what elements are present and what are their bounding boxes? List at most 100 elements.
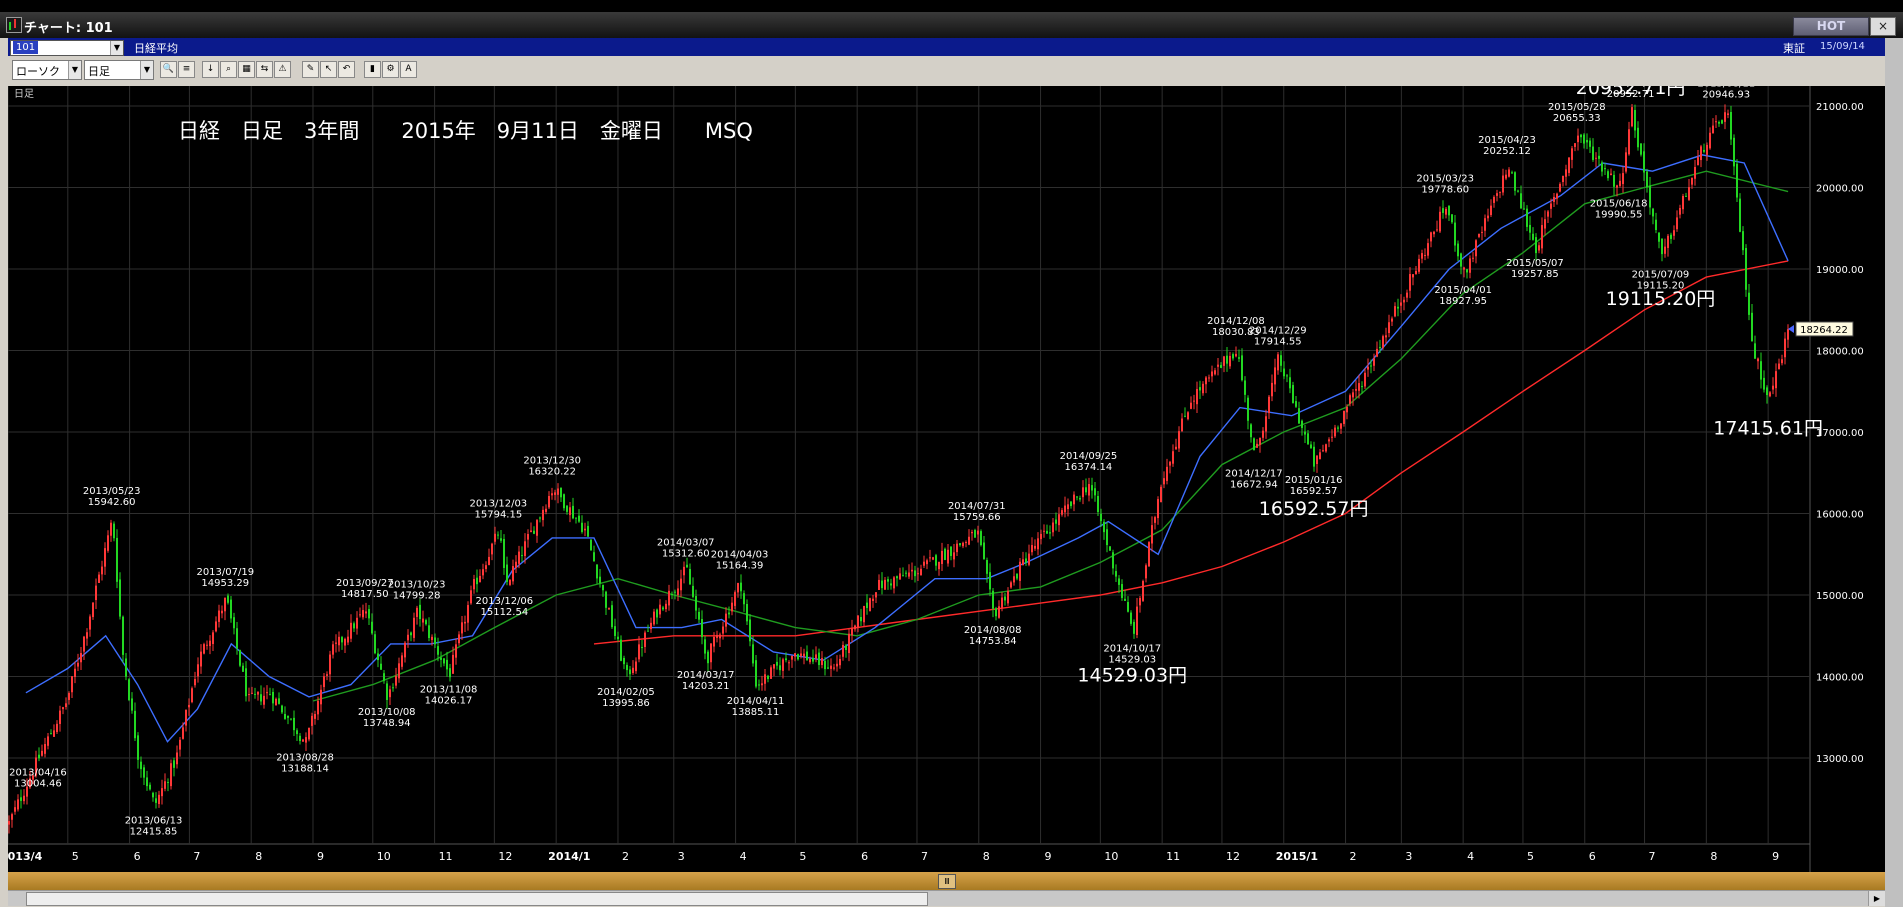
download-icon[interactable]: ↓ xyxy=(202,61,219,78)
zoom-icon[interactable]: 🔍 xyxy=(160,61,177,78)
undo-icon[interactable]: ↶ xyxy=(338,61,355,78)
candle-body xyxy=(1160,486,1162,503)
candle-body xyxy=(494,533,496,542)
hot-button[interactable]: HOT xyxy=(1793,17,1869,36)
candle-body xyxy=(395,675,397,686)
horizontal-scrollbar[interactable]: ▶ xyxy=(8,890,1885,906)
candle-body xyxy=(509,579,511,585)
scrollbar-thumb[interactable] xyxy=(26,892,928,906)
candle-body xyxy=(113,523,115,539)
candle-body xyxy=(1097,496,1099,513)
candlestick-chart[interactable]: 2013/04/1613004.46 2013/05/2315942.60 2013… xyxy=(0,77,1885,872)
candle-body xyxy=(1076,496,1078,498)
all-icon[interactable]: A xyxy=(400,61,417,78)
candle-body xyxy=(1490,205,1492,216)
candle-body xyxy=(920,568,922,576)
grid-icon[interactable]: ▦ xyxy=(238,61,255,78)
close-button[interactable]: × xyxy=(1870,17,1896,36)
candle-body xyxy=(791,655,793,660)
settings-icon[interactable]: ⚙ xyxy=(382,61,399,78)
candle-body xyxy=(248,694,250,696)
candle-body xyxy=(1379,347,1381,349)
candle-body xyxy=(926,560,928,565)
candle-body xyxy=(1109,546,1111,551)
candle-body xyxy=(1397,306,1399,309)
candle-body xyxy=(62,707,64,710)
candle-body xyxy=(1772,385,1774,390)
candle-body xyxy=(1742,231,1744,251)
list-icon[interactable]: ≡ xyxy=(178,61,195,78)
chevron-down-icon[interactable]: ▼ xyxy=(140,61,153,79)
split-icon[interactable]: ⇆ xyxy=(256,61,273,78)
candle-body xyxy=(497,534,499,536)
candle-body xyxy=(242,665,244,672)
candle-body xyxy=(1244,380,1246,395)
peak-label-date: 2013/08/28 xyxy=(276,753,334,764)
candle-body xyxy=(1430,232,1432,242)
candle-body xyxy=(374,634,376,654)
splitter-grip-icon[interactable]: Ⅲ xyxy=(938,874,956,889)
chart-type-select[interactable]: ローソク ▼ xyxy=(12,60,82,80)
candle-body xyxy=(569,507,571,516)
candle-body xyxy=(674,591,676,593)
candle-body xyxy=(278,698,280,704)
chevron-down-icon[interactable]: ▼ xyxy=(68,61,81,79)
candle-body xyxy=(479,575,481,583)
period-select[interactable]: 日足 ▼ xyxy=(84,60,154,80)
peak-label-value: 20655.33 xyxy=(1553,113,1601,124)
candle-body xyxy=(131,698,133,711)
candle-body xyxy=(1544,219,1546,229)
candle-body xyxy=(1634,109,1636,131)
candle-body xyxy=(254,693,256,695)
scroll-right-icon[interactable]: ▶ xyxy=(1868,891,1885,906)
time-tick-label: 2013/4 xyxy=(8,850,43,863)
candle-body xyxy=(1502,175,1504,193)
candle-body xyxy=(1679,207,1681,215)
candle-body xyxy=(1307,433,1309,445)
candle-body xyxy=(557,488,559,495)
candle-body xyxy=(1616,185,1618,188)
candle-body xyxy=(584,528,586,531)
peak-label-date: 2014/02/05 xyxy=(597,687,655,698)
symbol-code-input[interactable]: 101 ▼ xyxy=(10,40,124,56)
pencil-icon[interactable]: ✎ xyxy=(302,61,319,78)
candle-body xyxy=(767,675,769,679)
candle-body xyxy=(875,592,877,598)
candle-body xyxy=(1769,392,1771,397)
cursor-icon[interactable]: ↖ xyxy=(320,61,337,78)
candle-body xyxy=(1463,267,1465,270)
peak-label-date: 2015/05/07 xyxy=(1506,258,1564,269)
candle-body xyxy=(632,667,634,673)
candle-body xyxy=(314,713,316,719)
chevron-down-icon[interactable]: ▼ xyxy=(110,41,123,55)
candle-body xyxy=(911,569,913,572)
candle-body xyxy=(701,619,703,638)
chart-area[interactable]: 2013/04/16 13004.46 2013/05/23 15942.60 2013… xyxy=(0,77,1885,872)
candle-body xyxy=(872,598,874,601)
warning-icon[interactable]: ⚠ xyxy=(274,61,291,78)
candle-body xyxy=(1139,598,1141,606)
candle-icon[interactable]: ▮ xyxy=(364,61,381,78)
candle-body xyxy=(1136,606,1138,636)
time-tick-label: 5 xyxy=(72,850,79,863)
candle-body xyxy=(1637,127,1639,148)
candle-body xyxy=(962,542,964,547)
time-tick-label: 7 xyxy=(193,850,200,863)
search-icon[interactable]: ⌕ xyxy=(220,61,237,78)
candle-body xyxy=(863,605,865,623)
candle-body xyxy=(212,632,214,645)
candle-body xyxy=(914,570,916,577)
chart-title: 日経 日足 3年間 2015年 9月11日 金曜日 MSQ xyxy=(178,119,753,143)
candle-body xyxy=(1352,392,1354,398)
candle-body xyxy=(404,642,406,658)
candle-body xyxy=(692,585,694,597)
candle-body xyxy=(923,561,925,566)
candle-body xyxy=(56,723,58,733)
candle-body xyxy=(1724,112,1726,122)
candle-body xyxy=(995,608,997,617)
candle-body xyxy=(230,599,232,619)
candle-body xyxy=(383,673,385,681)
candle-body xyxy=(1658,232,1660,242)
candle-body xyxy=(1286,375,1288,377)
candle-body xyxy=(413,617,415,638)
